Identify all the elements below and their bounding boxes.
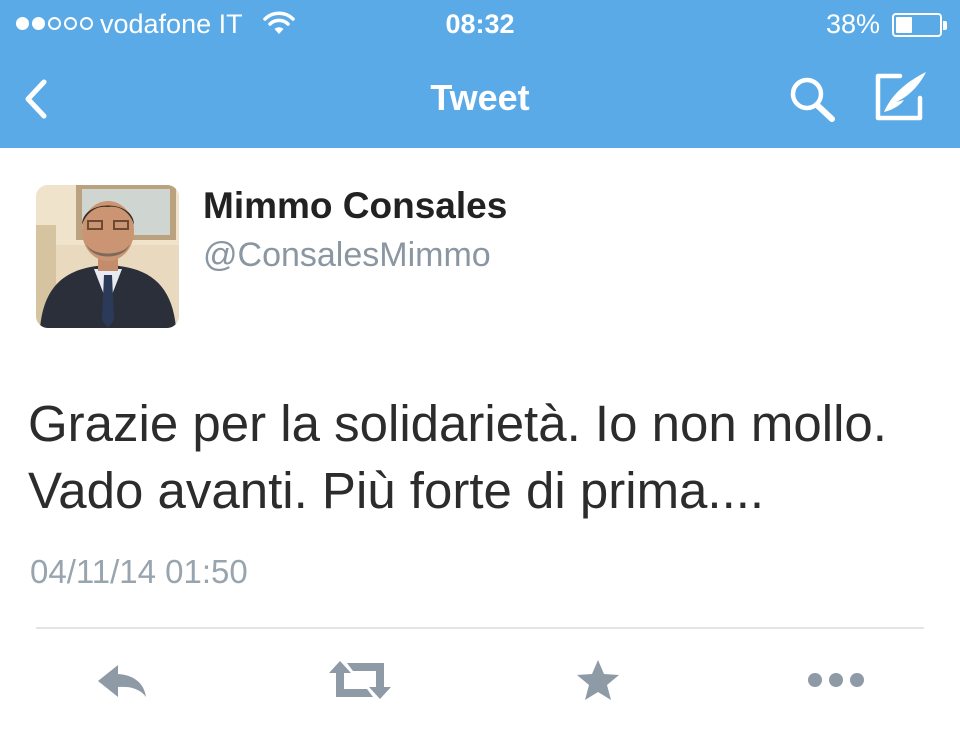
tweet-text: Grazie per la solidarietà. Io non mollo.…: [28, 395, 887, 519]
retweet-button[interactable]: [326, 652, 394, 708]
author-handle[interactable]: @ConsalesMimmo: [203, 236, 491, 275]
compose-tweet-icon[interactable]: [870, 68, 930, 126]
battery-percentage: 38%: [825, 9, 880, 39]
favorite-button[interactable]: [572, 652, 624, 708]
tweet-timestamp: 04/11/14 01:50: [30, 553, 248, 590]
clock: 08:32: [445, 9, 515, 39]
battery-icon: [892, 13, 947, 37]
favorite-star-icon: [577, 660, 619, 700]
reply-button[interactable]: [90, 652, 154, 708]
avatar[interactable]: [36, 185, 179, 328]
status-bar: vodafone IT 08:32 38%: [0, 0, 960, 50]
reply-icon: [98, 665, 146, 697]
more-options-button[interactable]: [804, 652, 868, 708]
author-name[interactable]: Mimmo Consales: [203, 185, 507, 227]
top-bar: vodafone IT 08:32 38% Tweet: [0, 0, 960, 148]
more-dots-icon: [808, 673, 864, 687]
navigation-bar: Tweet: [0, 50, 960, 148]
search-icon[interactable]: [786, 74, 840, 124]
divider: [36, 627, 924, 629]
retweet-icon: [329, 661, 391, 699]
